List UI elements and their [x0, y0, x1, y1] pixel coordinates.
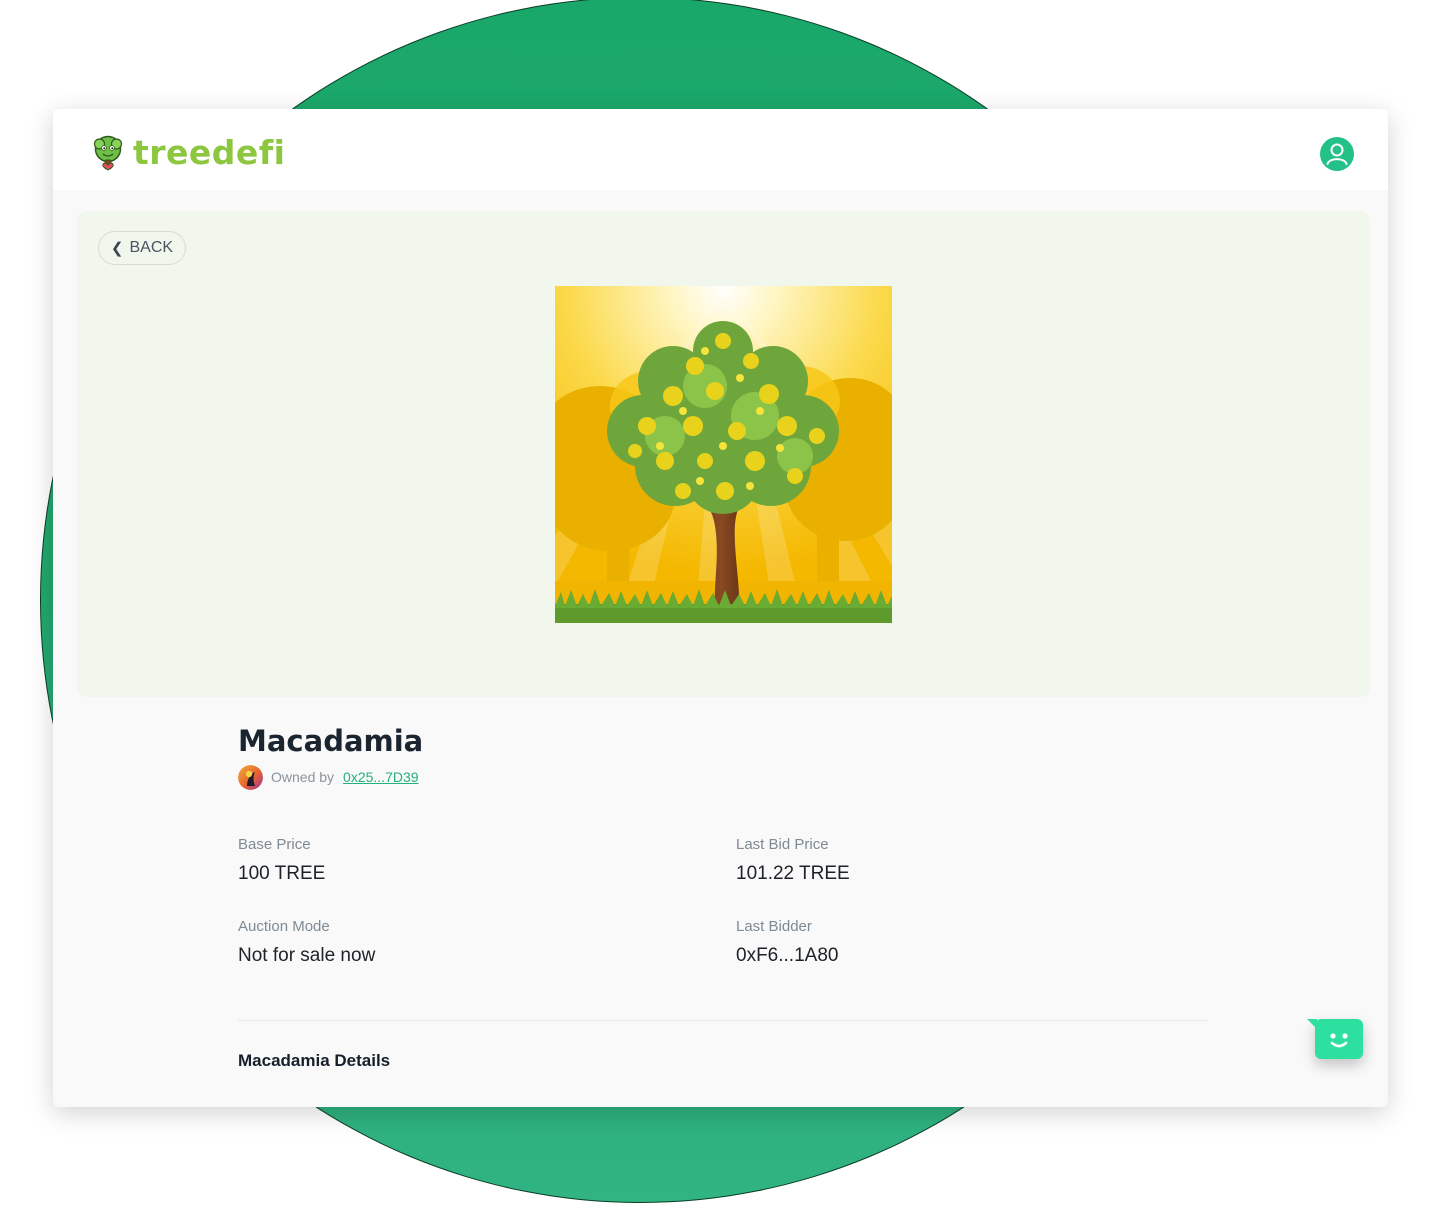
user-icon: [1326, 143, 1348, 165]
owner-row: Owned by 0x25...7D39: [238, 764, 419, 790]
base-price-value: 100 TREE: [238, 863, 326, 884]
nft-title: Macadamia: [238, 724, 424, 758]
base-price-stat: Base Price 100 TREE: [238, 836, 325, 885]
brand-name: treedefi: [133, 133, 286, 172]
auction-mode-label: Auction Mode: [238, 918, 330, 935]
top-navbar: treedefi: [53, 109, 1388, 190]
chat-widget-button[interactable]: [1307, 1019, 1363, 1059]
app-window: treedefi ❮ BACK Macadamia Owned by 0x25.…: [53, 109, 1388, 1107]
nft-media-panel: ❮ BACK: [77, 211, 1370, 697]
last-bid-price-label: Last Bid Price: [736, 836, 829, 853]
base-price-label: Base Price: [238, 836, 311, 853]
last-bid-price-stat: Last Bid Price 101.22 TREE: [736, 836, 850, 885]
details-heading: Macadamia Details: [238, 1051, 391, 1070]
section-divider: [238, 1020, 1208, 1021]
auction-mode-value: Not for sale now: [238, 945, 376, 966]
chevron-left-icon: ❮: [110, 240, 124, 257]
nft-tree-image[interactable]: [555, 286, 892, 623]
chat-bot-icon: [1330, 1033, 1348, 1048]
profile-button[interactable]: [1320, 137, 1354, 171]
owner-address-link[interactable]: 0x25...7D39: [343, 769, 419, 785]
tree-mascot-icon: [93, 135, 123, 171]
back-button[interactable]: ❮ BACK: [98, 231, 186, 265]
back-button-label: BACK: [129, 239, 174, 256]
brand-logo[interactable]: treedefi: [91, 133, 285, 173]
owner-label: Owned by: [271, 769, 335, 785]
last-bidder-stat: Last Bidder 0xF6...1A80: [736, 918, 838, 967]
auction-mode-stat: Auction Mode Not for sale now: [238, 918, 375, 967]
last-bid-price-value: 101.22 TREE: [736, 863, 850, 884]
owner-avatar: [238, 764, 263, 790]
last-bidder-label: Last Bidder: [736, 918, 812, 935]
last-bidder-value: 0xF6...1A80: [736, 945, 839, 966]
